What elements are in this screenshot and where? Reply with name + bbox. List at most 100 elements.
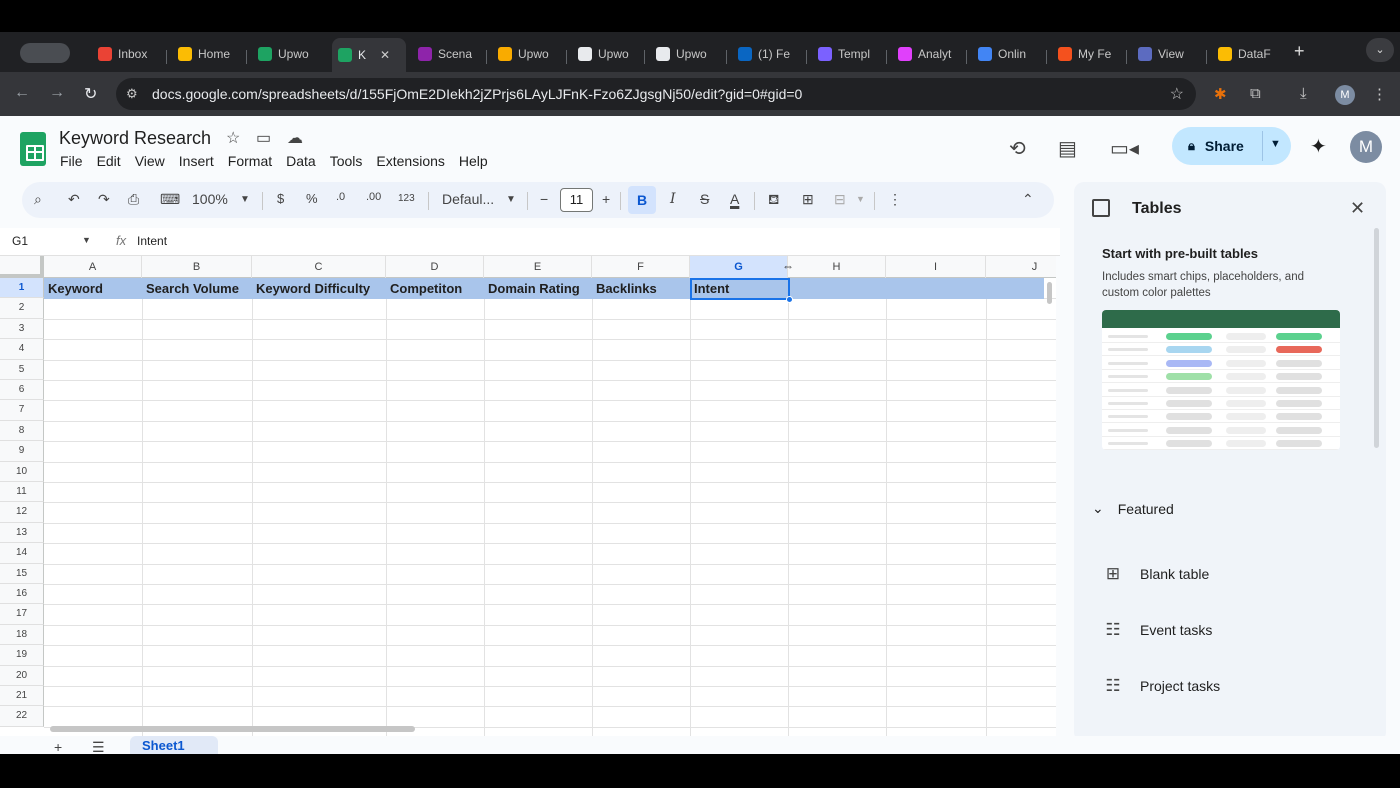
row-header[interactable]: 2 (0, 298, 44, 319)
close-icon[interactable]: ✕ (1350, 198, 1365, 219)
all-sheets-icon[interactable]: ☰ (92, 739, 105, 756)
cloud-status-icon[interactable]: ☁ (287, 128, 303, 148)
close-tab-icon[interactable]: ✕ (380, 48, 390, 62)
formula-input[interactable]: Intent (137, 234, 167, 248)
column-header-j[interactable]: J (986, 256, 1056, 278)
percent-format-button[interactable]: % (306, 191, 318, 206)
panel-item-event-tasks[interactable]: ☷ Event tasks (1102, 620, 1212, 640)
increase-decimal-button[interactable]: .00 (366, 191, 381, 203)
merge-caret-icon[interactable]: ▼ (856, 194, 865, 204)
new-tab-icon[interactable]: + (1294, 41, 1305, 62)
browser-tab[interactable]: (1) Fe (732, 40, 804, 68)
column-header-c[interactable]: C (252, 256, 386, 278)
bookmark-star-icon[interactable]: ☆ (1170, 84, 1184, 104)
address-bar[interactable]: ⚙ docs.google.com/spreadsheets/d/155FjOm… (116, 78, 1196, 110)
extensions-puzzle-icon[interactable]: ⧉ (1250, 85, 1261, 102)
browser-tab[interactable]: Upwo (650, 40, 722, 68)
horizontal-scrollbar[interactable] (50, 726, 415, 732)
browser-tab[interactable]: Onlin (972, 40, 1044, 68)
decrease-decimal-button[interactable]: .0 (336, 191, 345, 203)
spreadsheet-grid[interactable]: ABCDEFGHIJ 1 2 3 4 5 6 7 8 9 10 11 12 13 14 15 16 17 18 19… (0, 256, 1056, 736)
download-icon[interactable]: ⤓ (1300, 85, 1307, 102)
increase-font-size-icon[interactable]: + (602, 191, 610, 207)
paint-format-icon[interactable]: ⌨ (160, 191, 180, 208)
browser-profile-avatar[interactable]: M (1335, 85, 1355, 105)
browser-tab[interactable]: DataF (1212, 40, 1284, 68)
browser-tab[interactable]: My Fe (1052, 40, 1124, 68)
featured-toggle[interactable]: ⌄ Featured (1092, 500, 1174, 517)
row-header[interactable]: 20 (0, 665, 44, 686)
zoom-caret-icon[interactable]: ▼ (240, 194, 250, 205)
print-icon[interactable]: ⎙ (128, 191, 139, 208)
url-text[interactable]: docs.google.com/spreadsheets/d/155FjOmE2… (152, 86, 802, 102)
sheets-logo-icon[interactable] (20, 132, 46, 166)
meet-icon[interactable]: ▭◂ (1110, 136, 1139, 161)
panel-item-blank-table[interactable]: ⊞ Blank table (1102, 564, 1209, 584)
share-dropdown-icon[interactable]: ▼ (1270, 138, 1281, 150)
document-title[interactable]: Keyword Research (59, 128, 211, 149)
share-button[interactable]: 🔒︎ Share ▼ (1172, 127, 1291, 165)
row-header[interactable]: 5 (0, 359, 44, 380)
browser-tab[interactable]: Home (172, 40, 244, 68)
browser-tab[interactable]: Upwo (572, 40, 644, 68)
panel-item-project-tasks[interactable]: ☷ Project tasks (1102, 676, 1220, 696)
more-options-icon[interactable]: ⋮ (888, 191, 902, 208)
column-header-b[interactable]: B (142, 256, 252, 278)
site-info-icon[interactable]: ⚙ (126, 86, 142, 102)
row-header[interactable]: 21 (0, 686, 44, 707)
browser-tab[interactable]: Upwo (492, 40, 564, 68)
row-header[interactable]: 6 (0, 380, 44, 401)
font-size-input[interactable]: 11 (560, 188, 593, 212)
back-icon[interactable]: ← (14, 84, 30, 102)
menu-format[interactable]: Format (228, 153, 272, 169)
add-sheet-icon[interactable]: + (54, 739, 62, 755)
row-header[interactable]: 12 (0, 502, 44, 523)
menu-help[interactable]: Help (459, 153, 488, 169)
menu-tools[interactable]: Tools (330, 153, 363, 169)
sheet-tab[interactable]: Sheet1 (130, 736, 218, 754)
browser-menu-icon[interactable]: ⋮ (1372, 85, 1387, 103)
gemini-icon[interactable]: ✦ (1310, 134, 1327, 159)
row-header[interactable]: 15 (0, 563, 44, 584)
row-header[interactable]: 11 (0, 482, 44, 503)
panel-scrollbar[interactable] (1374, 228, 1379, 448)
borders-icon[interactable]: ⊞ (802, 191, 814, 208)
bold-button[interactable]: B (628, 186, 656, 214)
number-format-button[interactable]: 123 (398, 193, 415, 204)
vertical-scrollbar[interactable] (1047, 282, 1052, 304)
browser-tab[interactable]: View (1132, 40, 1204, 68)
row-header[interactable]: 4 (0, 339, 44, 360)
font-caret-icon[interactable]: ▼ (506, 194, 516, 205)
collapse-menus-icon[interactable]: ⌃ (1022, 191, 1034, 208)
select-all-corner[interactable] (0, 256, 44, 278)
browser-tab[interactable]: K ✕ (332, 38, 406, 72)
reload-icon[interactable]: ↻ (84, 84, 97, 104)
column-header-a[interactable]: A (44, 256, 142, 278)
column-resize-icon[interactable]: ⇔ (782, 259, 794, 273)
column-header-i[interactable]: I (886, 256, 986, 278)
menu-file[interactable]: File (60, 153, 83, 169)
move-folder-icon[interactable]: ▭ (256, 128, 271, 148)
name-box-caret-icon[interactable]: ▼ (82, 235, 91, 245)
fill-handle[interactable] (786, 296, 793, 303)
font-select[interactable]: Defaul... (442, 191, 494, 207)
table-preview-image[interactable] (1102, 310, 1340, 450)
row-header[interactable]: 8 (0, 420, 44, 442)
menu-extensions[interactable]: Extensions (376, 153, 444, 169)
row-header[interactable]: 16 (0, 584, 44, 605)
strikethrough-button[interactable]: S (700, 191, 709, 207)
menu-data[interactable]: Data (286, 153, 316, 169)
fill-color-icon[interactable]: ⛾ (768, 191, 779, 210)
forward-icon[interactable]: → (49, 84, 65, 102)
menu-edit[interactable]: Edit (97, 153, 121, 169)
selected-cell-outline[interactable] (690, 278, 790, 300)
zoom-select[interactable]: 100% (192, 191, 228, 207)
browser-tab[interactable]: Inbox (92, 40, 164, 68)
italic-button[interactable]: I (670, 191, 676, 207)
extension-icon[interactable]: ✱ (1214, 85, 1227, 103)
decrease-font-size-icon[interactable]: − (540, 191, 548, 207)
redo-icon[interactable]: ↷ (98, 191, 110, 208)
undo-icon[interactable]: ↶ (68, 191, 80, 208)
name-box[interactable]: G1 (12, 234, 28, 248)
column-header-e[interactable]: E (484, 256, 592, 278)
